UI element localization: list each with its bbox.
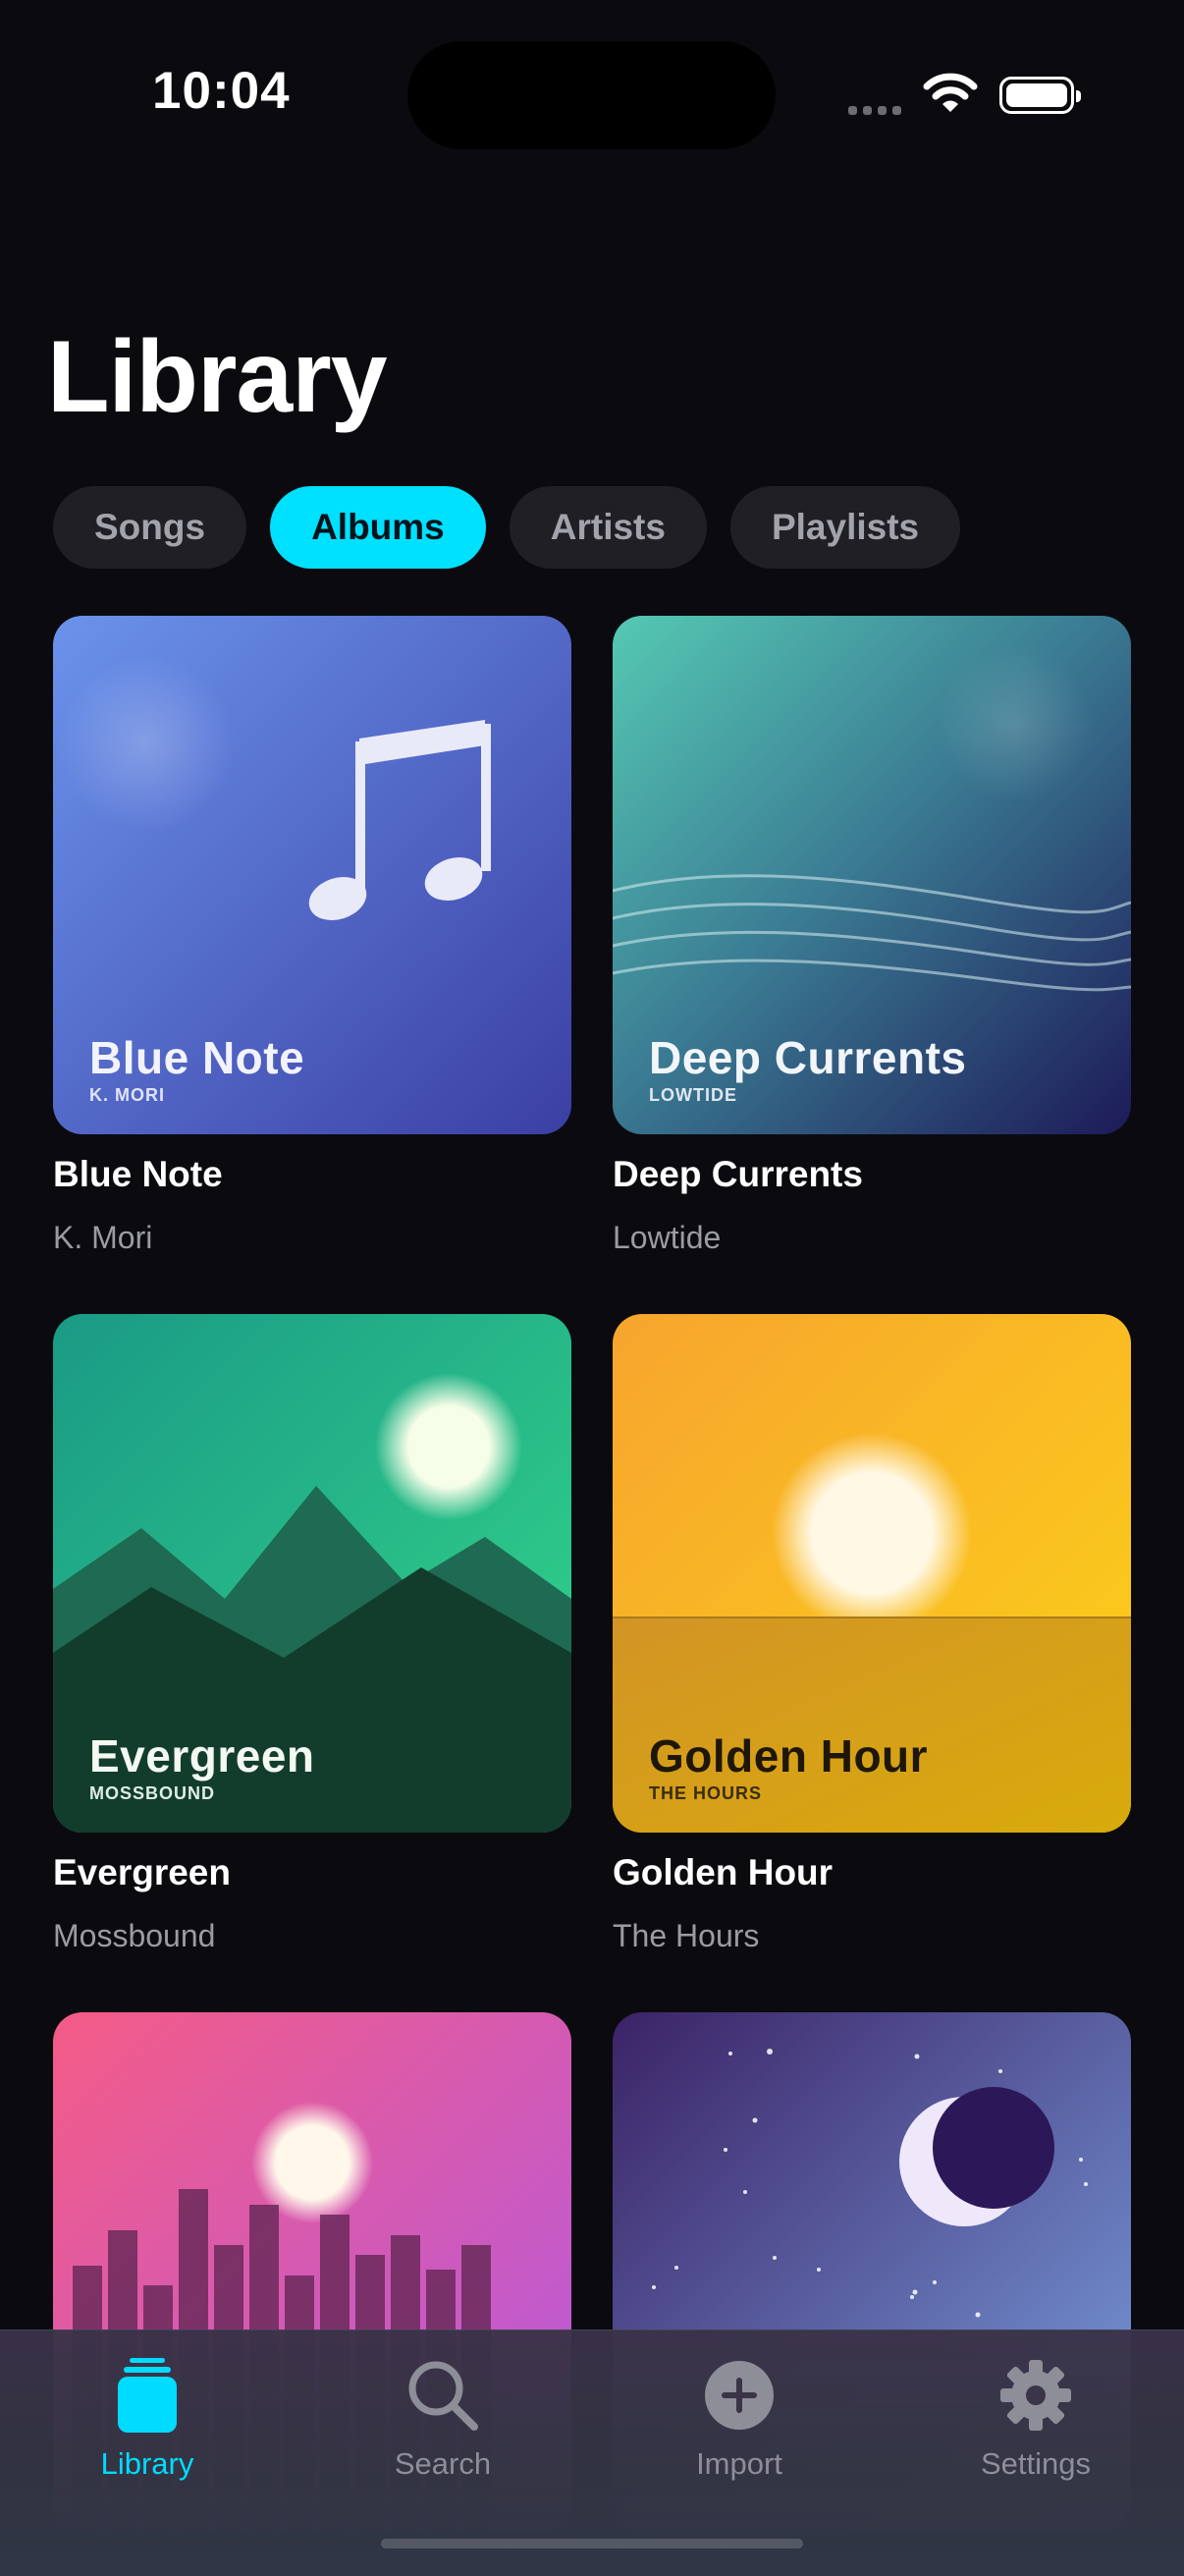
cover-artist: MOSSBOUND [89, 1783, 216, 1803]
album-artist: Lowtide [613, 1220, 722, 1255]
tab-playlists[interactable]: Playlists [729, 486, 961, 569]
album-title: Deep Currents [613, 1154, 863, 1194]
album-cover: Evergreen MOSSBOUND [53, 1314, 571, 1833]
library-icon [118, 2358, 177, 2433]
album-cover: Blue Note K. MORI [53, 616, 571, 1134]
tab-albums[interactable]: Albums [270, 486, 486, 569]
tab-settings[interactable]: Settings [928, 2350, 1144, 2482]
plus-circle-icon [705, 2361, 774, 2430]
tab-library[interactable]: Library [39, 2350, 255, 2482]
album-title: Golden Hour [613, 1852, 834, 1892]
cover-title: Evergreen [89, 1730, 315, 1781]
album-artist: K. Mori [53, 1220, 153, 1255]
tab-search-label: Search [394, 2446, 492, 2481]
tab-search[interactable]: Search [335, 2350, 551, 2482]
cover-artist: K. MORI [89, 1085, 165, 1105]
cover-artist: THE HOURS [649, 1783, 763, 1803]
gear-icon [1000, 2360, 1071, 2431]
tab-settings-label: Settings [980, 2446, 1091, 2481]
album-artist: The Hours [613, 1918, 760, 1953]
cover-title: Golden Hour [649, 1730, 929, 1781]
search-icon [408, 2361, 478, 2431]
album-cover: Golden Hour THE HOURS [613, 1314, 1131, 1833]
status-time: 10:04 [152, 62, 291, 120]
album-title: Evergreen [53, 1852, 231, 1892]
cover-title: Deep Currents [649, 1032, 967, 1083]
tab-import[interactable]: Import [631, 2350, 847, 2482]
album-cover: Deep Currents LOWTIDE [613, 616, 1131, 1134]
tab-artists[interactable]: Artists [509, 486, 707, 569]
album-title: Blue Note [53, 1154, 223, 1194]
page-title: Library [47, 320, 388, 434]
tab-import-label: Import [696, 2446, 782, 2481]
album-artist: Mossbound [53, 1918, 216, 1953]
wifi-icon [923, 73, 978, 112]
status-bar: 10:04 [0, 0, 1184, 149]
battery-icon [999, 77, 1081, 114]
cover-title: Blue Note [89, 1032, 305, 1083]
filter-tabs: Songs Albums Artists Playlists [53, 486, 961, 569]
signal-icon [848, 102, 907, 120]
tab-songs[interactable]: Songs [53, 486, 247, 569]
cover-artist: LOWTIDE [649, 1085, 737, 1105]
tab-library-label: Library [100, 2446, 194, 2481]
dynamic-island [407, 41, 776, 149]
home-indicator [381, 2539, 803, 2549]
